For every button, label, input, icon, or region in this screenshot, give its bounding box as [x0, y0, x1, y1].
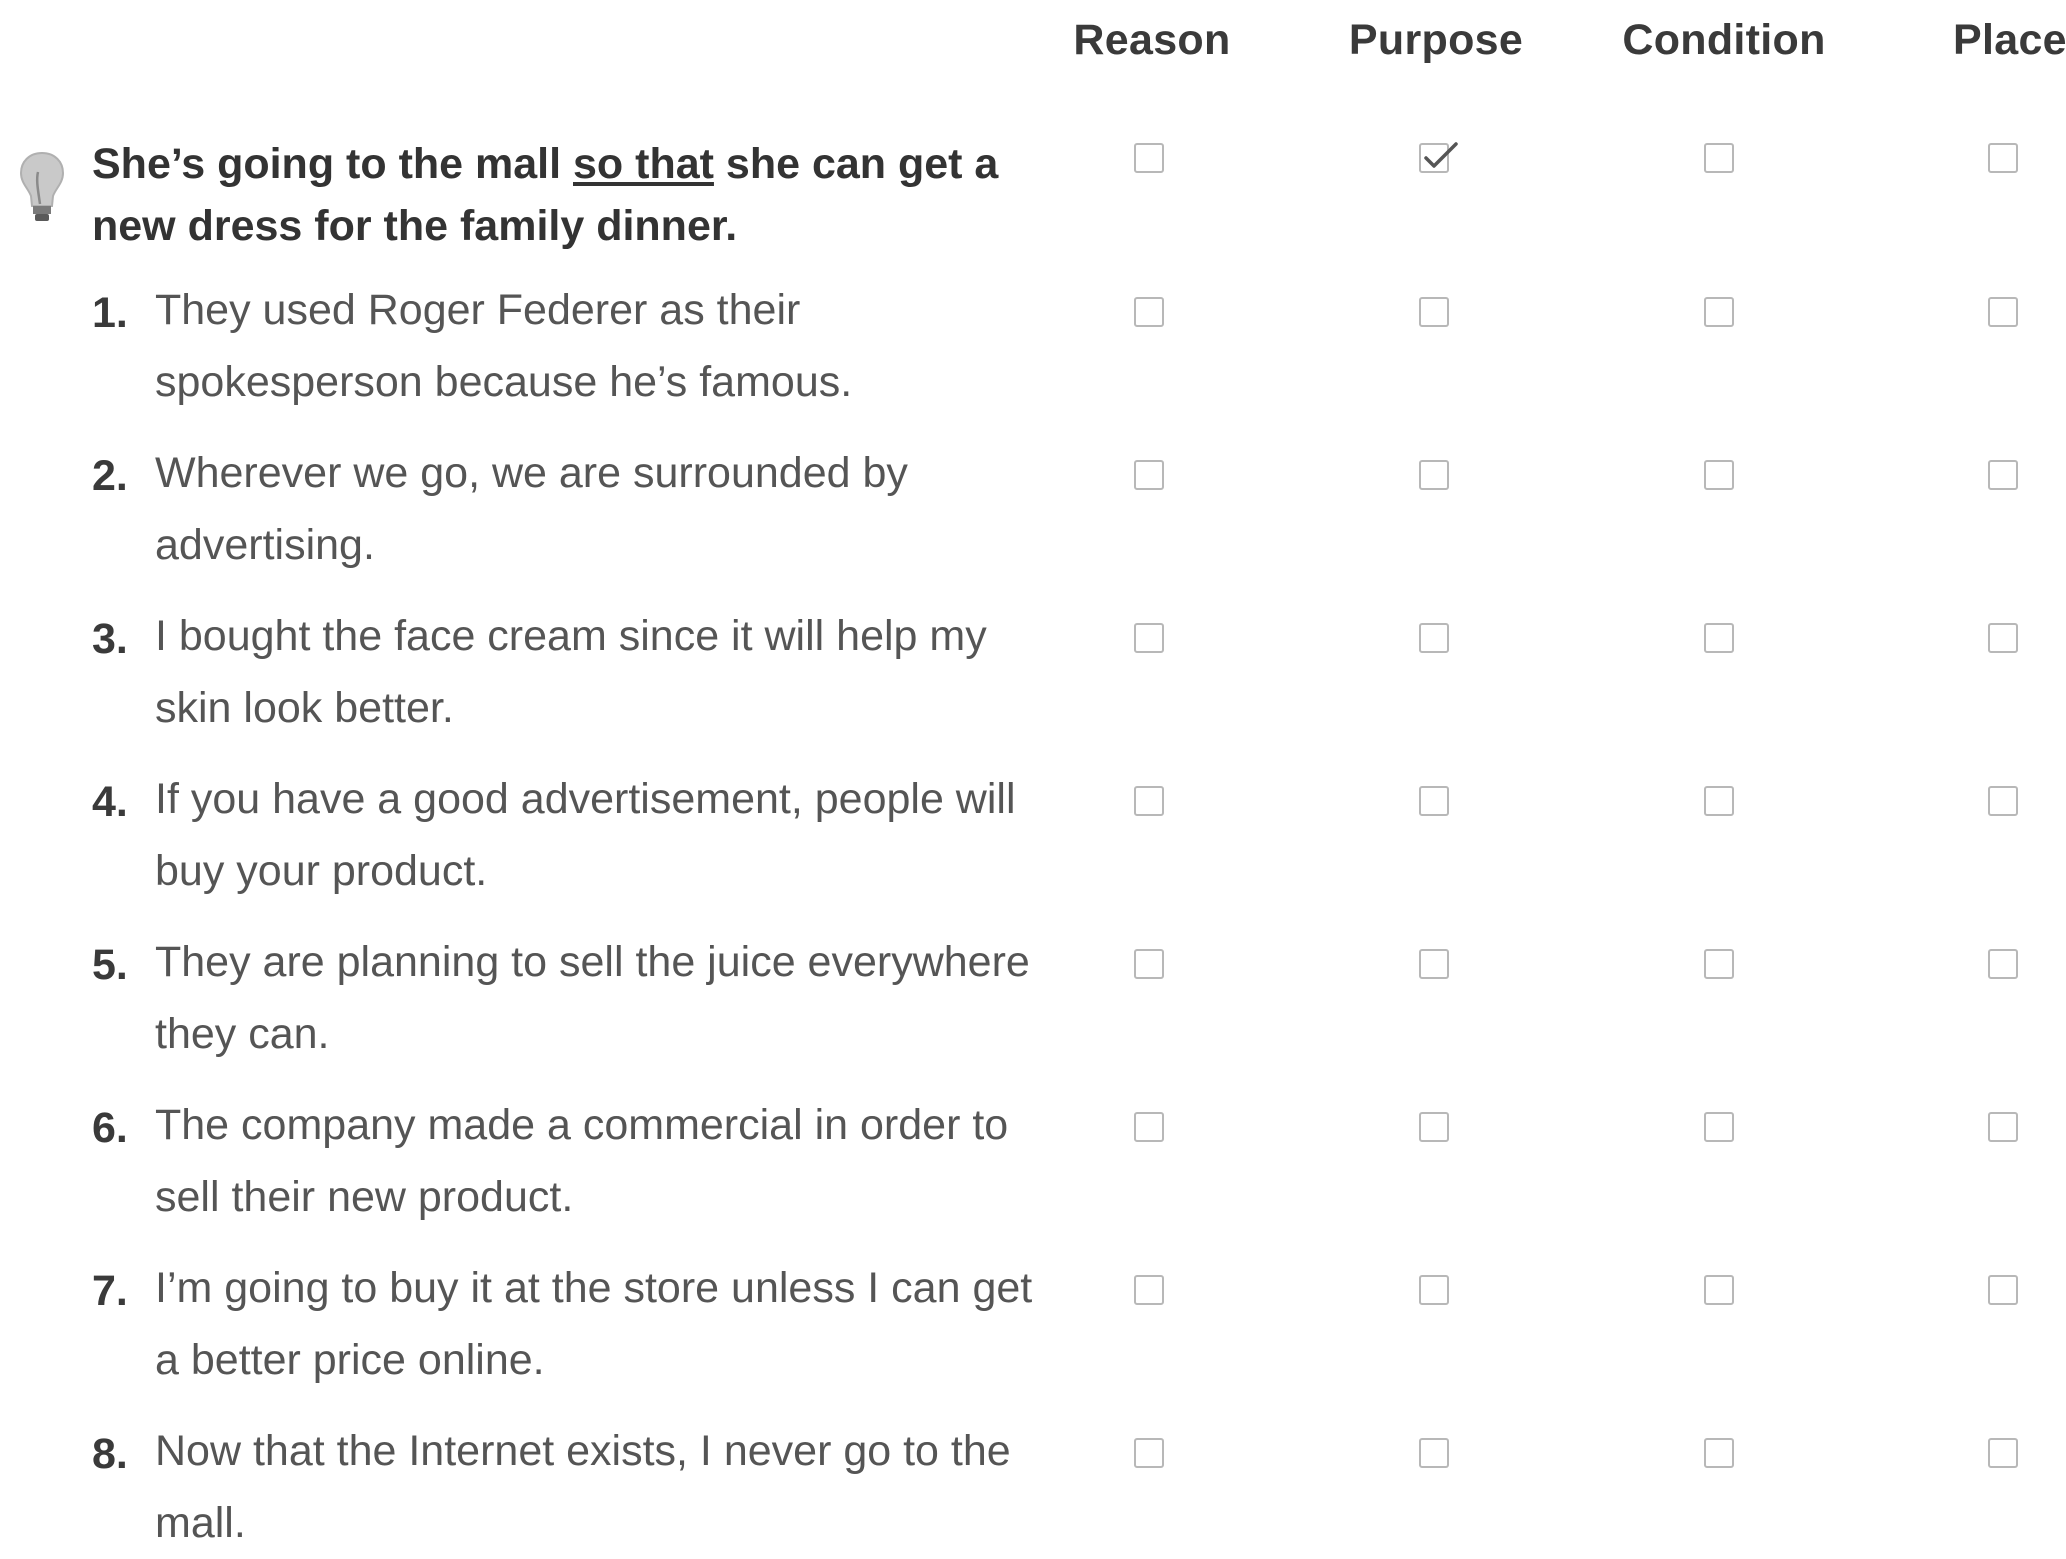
question-7-checkbox-place[interactable] [1988, 1275, 2018, 1305]
question-text: Now that the Internet exists, I never go… [155, 1427, 1011, 1547]
question-number: 1. [92, 289, 128, 337]
example-row-checkbox-purpose[interactable] [1419, 142, 1458, 173]
example-highlight: so that [573, 140, 714, 188]
question-4-checkbox-place[interactable] [1988, 786, 2018, 816]
example-row-checkbox-place[interactable] [1988, 143, 2018, 173]
column-header-reason: Reason [1073, 16, 1231, 64]
question-number: 3. [92, 615, 128, 663]
question-2-checkbox-place[interactable] [1988, 460, 2018, 490]
question-2-checkbox-purpose[interactable] [1419, 460, 1449, 490]
question-2-checkbox-reason[interactable] [1134, 460, 1164, 490]
question-text: They are planning to sell the juice ever… [155, 938, 1030, 1058]
question-2-checkbox-condition[interactable] [1704, 460, 1734, 490]
question-number: 5. [92, 941, 128, 989]
question-text: If you have a good advertisement, people… [155, 775, 1016, 895]
question-7-checkbox-reason[interactable] [1134, 1275, 1164, 1305]
question-text: They used Roger Federer as their spokesp… [155, 286, 853, 406]
question-4-checkbox-condition[interactable] [1704, 786, 1734, 816]
lightbulb-icon [18, 150, 66, 233]
column-header-condition: Condition [1622, 16, 1826, 64]
question-4-checkbox-reason[interactable] [1134, 786, 1164, 816]
question-7-checkbox-purpose[interactable] [1419, 1275, 1449, 1305]
column-header-place: Place [1953, 16, 2066, 64]
example-row-checkbox-condition[interactable] [1704, 143, 1734, 173]
question-number: 7. [92, 1267, 128, 1315]
question-5-checkbox-place[interactable] [1988, 949, 2018, 979]
column-header-purpose: Purpose [1348, 16, 1524, 64]
question-5-checkbox-purpose[interactable] [1419, 949, 1449, 979]
question-number: 2. [92, 452, 128, 500]
question-text: Wherever we go, we are surrounded by adv… [155, 449, 908, 569]
example-sentence: She’s going to the mall so that she can … [92, 140, 999, 250]
question-5-checkbox-condition[interactable] [1704, 949, 1734, 979]
question-3-checkbox-reason[interactable] [1134, 623, 1164, 653]
question-number: 8. [92, 1430, 128, 1478]
example-row-checkbox-reason[interactable] [1134, 143, 1164, 173]
question-text: The company made a commercial in order t… [155, 1101, 1009, 1221]
question-text: I’m going to buy it at the store unless … [155, 1264, 1033, 1384]
question-8-checkbox-reason[interactable] [1134, 1438, 1164, 1468]
question-6-checkbox-condition[interactable] [1704, 1112, 1734, 1142]
question-3-checkbox-condition[interactable] [1704, 623, 1734, 653]
question-number: 4. [92, 778, 128, 826]
question-6-checkbox-reason[interactable] [1134, 1112, 1164, 1142]
question-4-checkbox-purpose[interactable] [1419, 786, 1449, 816]
question-1-checkbox-condition[interactable] [1704, 297, 1734, 327]
question-1-checkbox-purpose[interactable] [1419, 297, 1449, 327]
question-1-checkbox-reason[interactable] [1134, 297, 1164, 327]
question-3-checkbox-place[interactable] [1988, 623, 2018, 653]
question-8-checkbox-purpose[interactable] [1419, 1438, 1449, 1468]
question-number: 6. [92, 1104, 128, 1152]
question-5-checkbox-reason[interactable] [1134, 949, 1164, 979]
question-6-checkbox-place[interactable] [1988, 1112, 2018, 1142]
question-3-checkbox-purpose[interactable] [1419, 623, 1449, 653]
question-1-checkbox-place[interactable] [1988, 297, 2018, 327]
question-8-checkbox-place[interactable] [1988, 1438, 2018, 1468]
question-7-checkbox-condition[interactable] [1704, 1275, 1734, 1305]
question-8-checkbox-condition[interactable] [1704, 1438, 1734, 1468]
question-text: I bought the face cream since it will he… [155, 612, 987, 732]
question-6-checkbox-purpose[interactable] [1419, 1112, 1449, 1142]
checkmark-icon [1424, 142, 1458, 168]
